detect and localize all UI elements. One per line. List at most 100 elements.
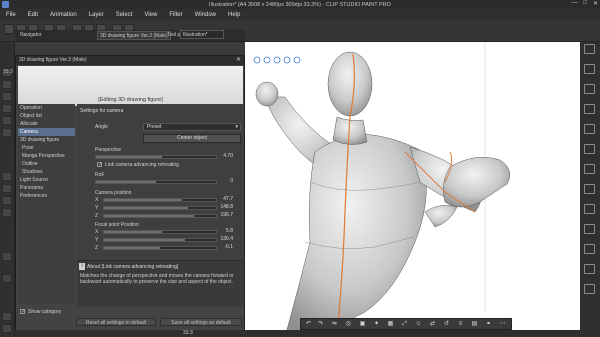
category-pose[interactable]: Pose <box>18 144 75 152</box>
cam-x-slider[interactable] <box>103 198 217 202</box>
move-layer-icon[interactable] <box>2 128 12 137</box>
minimize-button[interactable]: — <box>571 0 577 7</box>
eraser-icon[interactable] <box>2 196 12 205</box>
reset-icon[interactable]: ↺ <box>443 321 450 328</box>
panel-icon-7[interactable] <box>584 164 595 174</box>
operation-icon[interactable] <box>2 116 12 125</box>
category-allocate[interactable]: Allocate <box>18 120 75 128</box>
perspective-slider[interactable] <box>95 155 217 159</box>
panel-icon-9[interactable] <box>584 204 595 214</box>
angle-select[interactable]: Preset ▾ <box>143 123 241 131</box>
category-preferences[interactable]: Preferences <box>18 192 75 200</box>
cam-y-value[interactable]: 148.8 <box>217 204 233 210</box>
focal-y-value[interactable]: 130.4 <box>217 236 233 242</box>
pose-icon[interactable]: ☺ <box>415 321 422 328</box>
cam-z-value[interactable]: 196.7 <box>217 212 233 218</box>
panel-icon-13[interactable] <box>584 284 595 294</box>
tab-figure[interactable]: 3D drawing figure Ver.2 (Male) <box>97 31 171 40</box>
color-icon[interactable] <box>2 274 12 283</box>
category-shadows[interactable]: Shadows <box>18 168 75 176</box>
focal-x-value[interactable]: 5.8 <box>217 228 233 234</box>
window-controls: — □ ✕ <box>571 0 598 7</box>
expand-icon[interactable]: ▤ <box>471 321 478 328</box>
menu-help[interactable]: Help <box>228 12 240 18</box>
menu-file[interactable]: File <box>6 12 16 18</box>
tab-canvas[interactable]: Illustration* <box>180 30 224 39</box>
panel-icon-5[interactable] <box>584 124 595 134</box>
panel-icon-3[interactable] <box>584 84 595 94</box>
grid-icon[interactable]: ▦ <box>387 321 394 328</box>
link-icon[interactable]: ⚭ <box>485 321 492 328</box>
cam-x-value[interactable]: 47.7 <box>217 196 233 202</box>
dialog-close-button[interactable]: ✕ <box>236 56 241 65</box>
rotate-left-icon[interactable]: ↶ <box>305 321 312 328</box>
new-icon[interactable] <box>4 24 14 34</box>
close-window-button[interactable]: ✕ <box>593 0 598 7</box>
category-object-list[interactable]: Object list <box>18 112 75 120</box>
rotate-icon[interactable] <box>2 80 12 89</box>
flip-icon[interactable]: ⇋ <box>331 321 338 328</box>
camera-icon[interactable]: ◎ <box>345 321 352 328</box>
eye-icon[interactable] <box>2 312 12 321</box>
camera-manipulator-icons[interactable] <box>253 56 301 64</box>
category-manga-perspective[interactable]: Manga Perspective <box>18 152 75 160</box>
show-category-checkbox[interactable]: ✓ <box>20 309 25 315</box>
panel-icon-1[interactable] <box>584 44 595 54</box>
mirror-icon[interactable]: ⇄ <box>429 321 436 328</box>
about-title: About [Link camera advancing retreating] <box>87 264 179 270</box>
panel-icon-8[interactable] <box>584 184 595 194</box>
reset-all-button[interactable]: Reset all settings to default <box>76 318 156 326</box>
brush-icon[interactable] <box>2 184 12 193</box>
category-panorama[interactable]: Panorama <box>18 184 75 192</box>
light-icon[interactable]: ✦ <box>373 321 380 328</box>
menu-edit[interactable]: Edit <box>28 12 38 18</box>
category-outline[interactable]: Outline <box>18 160 75 168</box>
panel-icon-2[interactable] <box>584 64 595 74</box>
center-object-button[interactable]: Center object <box>143 134 241 143</box>
focal-z-value[interactable]: -0.1 <box>217 244 233 250</box>
fit-icon[interactable]: ⤢ <box>401 321 408 328</box>
tab-navigator[interactable]: Navigator <box>18 31 43 40</box>
maximize-button[interactable]: □ <box>583 0 587 7</box>
menu-window[interactable]: Window <box>195 12 216 18</box>
panel-icon-12[interactable] <box>584 264 595 274</box>
hand-icon[interactable] <box>2 92 12 101</box>
cam-y-slider[interactable] <box>103 206 217 210</box>
3d-figure-model[interactable] <box>245 42 580 337</box>
menu-select[interactable]: Select <box>116 12 133 18</box>
focal-z-slider[interactable] <box>103 246 217 250</box>
category-list: Operation Object list Allocate Camera 3D… <box>18 104 75 304</box>
roll-value[interactable]: 0 <box>217 178 233 184</box>
cam-z-slider-fill <box>104 215 194 217</box>
focal-y-slider[interactable] <box>103 238 217 242</box>
menu-view[interactable]: View <box>144 12 157 18</box>
lock-icon[interactable]: ▣ <box>359 321 366 328</box>
zoom-icon[interactable] <box>2 104 12 113</box>
panel-icon-6[interactable] <box>584 144 595 154</box>
menu-layer[interactable]: Layer <box>89 12 104 18</box>
menu-filter[interactable]: Filter <box>169 12 182 18</box>
category-camera[interactable]: Camera <box>18 128 75 136</box>
category-3d-drawing-figure[interactable]: 3D drawing figure <box>18 136 75 144</box>
panel-icon-11[interactable] <box>584 244 595 254</box>
roll-slider[interactable] <box>95 180 217 184</box>
eye-icon-2[interactable] <box>2 324 12 333</box>
link-camera-label: Link camera advancing retreating <box>105 162 179 168</box>
fill-bucket-icon[interactable] <box>2 208 12 217</box>
perspective-value[interactable]: 4.70 <box>217 153 233 159</box>
pen-icon[interactable] <box>2 172 12 181</box>
save-all-button[interactable]: Save all settings as default <box>160 318 242 326</box>
text-icon[interactable] <box>2 252 12 261</box>
sub-tool-detail-dialog: 3D drawing figure Ver.2 (Male) ✕ [Editin… <box>15 55 245 331</box>
category-light-source[interactable]: Light Source <box>18 176 75 184</box>
rotate-right-icon[interactable]: ↷ <box>317 321 324 328</box>
panel-icon-4[interactable] <box>584 104 595 114</box>
more-icon[interactable]: ⋯ <box>499 321 506 328</box>
panel-icon-10[interactable] <box>584 224 595 234</box>
cam-z-slider[interactable] <box>103 214 217 218</box>
menu-animation[interactable]: Animation <box>50 12 77 18</box>
focal-x-slider[interactable] <box>103 230 217 234</box>
options-icon[interactable]: ≡ <box>457 321 464 328</box>
category-operation[interactable]: Operation <box>18 104 75 112</box>
link-camera-checkbox[interactable]: ✓ <box>97 162 102 168</box>
